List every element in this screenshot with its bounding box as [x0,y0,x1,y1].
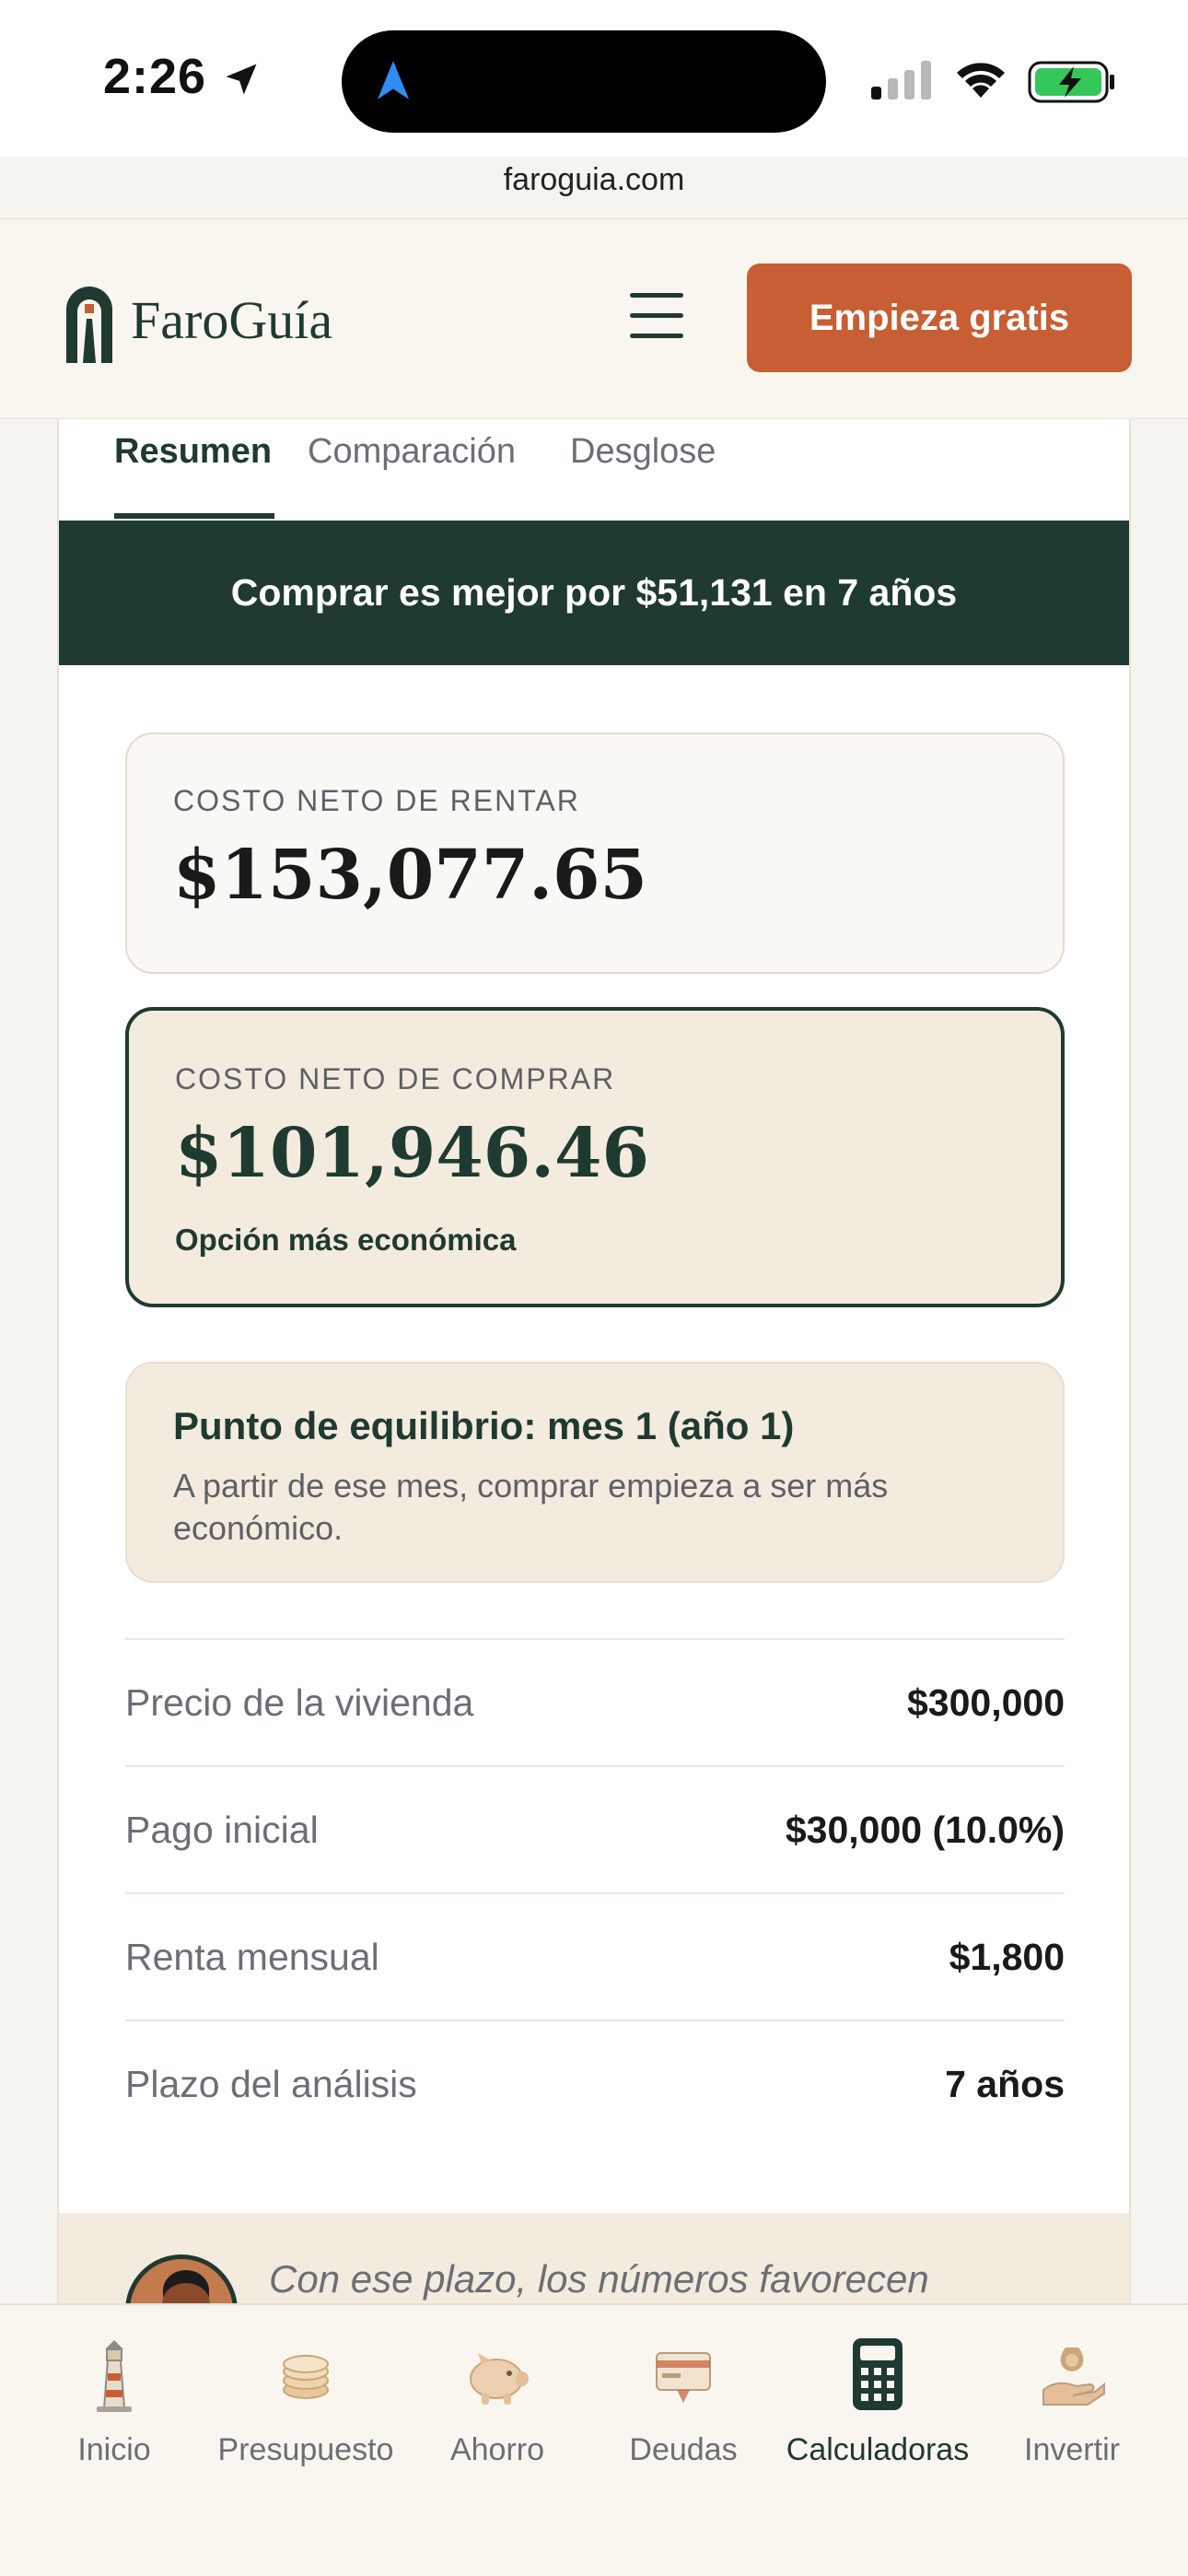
buy-cost-card: COSTO NETO DE COMPRAR $101,946.46 Opción… [125,1007,1065,1307]
menu-line [630,334,683,338]
nav-label: Ahorro [449,2432,545,2467]
piggy-bank-icon [470,2353,529,2405]
results-tabs: Resumen Comparación Desglose [59,419,1129,521]
summary-list: Precio de la vivienda $300,000 Pago inic… [125,1638,1065,2147]
location-arrow-icon [226,64,257,95]
menu-line [630,313,683,318]
summary-row-label: Pago inicial [125,1808,319,1851]
nav-deudas[interactable]: Deudas [591,2333,775,2468]
nav-label: Inicio [77,2432,151,2467]
money-hand-icon [1042,2348,1105,2406]
calculator-icon [853,2338,903,2410]
summary-row: Renta mensual $1,800 [125,1892,1065,2020]
hamburger-menu-button[interactable] [626,293,687,345]
breakeven-card: Punto de equilibrio: mes 1 (año 1) A par… [125,1362,1065,1583]
tab-desglose[interactable]: Desglose [570,432,716,472]
tab-comparacion[interactable]: Comparación [308,432,516,472]
bottom-navigation: Inicio Presupuesto Ahorro Deudas Calcula… [0,2303,1188,2576]
buy-cost-value: $101,946.46 [175,1114,649,1193]
rent-cost-card: COSTO NETO DE RENTAR $153,077.65 [125,732,1065,974]
summary-row-value: $30,000 (10.0%) [785,1808,1065,1851]
nav-inicio[interactable]: Inicio [22,2333,206,2468]
nav-presupuesto[interactable]: Presupuesto [214,2333,398,2468]
summary-row-value: 7 años [945,2062,1065,2105]
nav-label: Presupuesto [217,2432,394,2467]
lighthouse-logo-icon [66,287,112,363]
buy-cost-label: COSTO NETO DE COMPRAR [175,1062,616,1095]
nav-calculadoras[interactable]: Calculadoras [786,2333,970,2468]
person-icon [162,2270,210,2308]
status-bar: 2:26 faroguia.com [0,0,1188,197]
nav-label: Calculadoras [786,2432,970,2467]
nav-ahorro[interactable]: Ahorro [405,2333,589,2468]
browser-url[interactable]: faroguia.com [0,162,1188,198]
result-banner: Comprar es mejor por $51,131 en 7 años [59,521,1129,665]
battery-charging-icon [1028,61,1114,103]
cheapest-option-note: Opción más económica [175,1223,517,1257]
coins-icon [283,2355,329,2399]
brand-name[interactable]: FaroGuía [131,289,332,351]
breakeven-title: Punto de equilibrio: mes 1 (año 1) [173,1404,795,1447]
advisor-message: Con ese plazo, los números favorecen [59,2213,1129,2308]
summary-row-value: $1,800 [949,1935,1065,1978]
nav-label: Invertir [1024,2432,1120,2467]
nav-invertir[interactable]: Invertir [980,2333,1164,2468]
calculator-results-card: Resumen Comparación Desglose Comprar es … [57,419,1131,2308]
advisor-text: Con ese plazo, los números favorecen [269,2257,929,2301]
summary-row-label: Precio de la vivienda [125,1680,474,1724]
start-free-button[interactable]: Empieza gratis [747,263,1132,372]
rent-cost-label: COSTO NETO DE RENTAR [173,784,580,817]
summary-row-label: Renta mensual [125,1935,379,1978]
lighthouse-icon [97,2340,132,2412]
advisor-avatar [125,2254,238,2308]
rent-cost-value: $153,077.65 [173,836,647,915]
menu-line [630,293,683,298]
tab-resumen[interactable]: Resumen [114,432,272,472]
status-time: 2:26 [103,49,207,104]
dynamic-island [342,30,826,133]
breakeven-description: A partir de ese mes, comprar empieza a s… [173,1467,889,1547]
active-tab-indicator [114,513,274,519]
nav-label: Deudas [629,2432,738,2467]
summary-row-value: $300,000 [906,1680,1065,1724]
cellular-signal-icon [871,61,931,100]
summary-row: Plazo del análisis 7 años [125,2020,1065,2147]
summary-row-label: Plazo del análisis [125,2062,417,2105]
summary-row: Pago inicial $30,000 (10.0%) [125,1765,1065,1892]
navigation-arrow-icon [377,61,410,100]
credit-card-icon [656,2352,711,2403]
summary-row: Precio de la vivienda $300,000 [125,1638,1065,1765]
wifi-icon [957,63,1005,98]
